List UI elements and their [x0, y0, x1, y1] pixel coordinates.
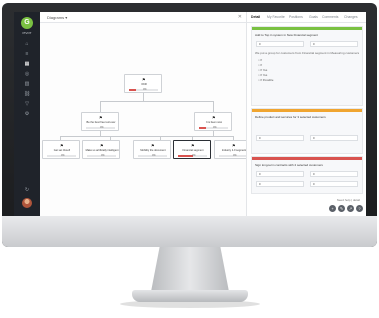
connector-line	[100, 101, 213, 102]
node-percent: 0%	[192, 154, 196, 157]
detail-panel: Detail My Favorite Positions Goals Comme…	[246, 12, 366, 216]
chart-icon[interactable]: ▥	[23, 82, 31, 87]
section-status-bar	[252, 157, 362, 160]
node-label: OKR	[141, 83, 147, 86]
key-result-section: Add to Top in system in New Financial se…	[251, 26, 363, 106]
connector-line	[213, 101, 214, 112]
target-icon[interactable]: ◎	[23, 72, 31, 77]
view-selector[interactable]: Diagrams ▾	[47, 15, 67, 20]
flag-icon: ⚑	[191, 143, 195, 148]
radio-label: If	[260, 63, 263, 67]
value-field[interactable]: 0	[310, 181, 358, 187]
filter-icon[interactable]: ▽	[23, 102, 31, 107]
diagram-node[interactable]: ⚑ Mobility the document 0%	[133, 140, 171, 159]
connector-line	[100, 101, 101, 112]
help-link[interactable]: Need help | detail	[337, 198, 360, 202]
sidebar: G PIVOT ⌂ ≡ ▦ ◎ ▥ ⛓ ▽ ⚙ ↻	[14, 12, 40, 216]
node-label: Make us artificially intelligent	[85, 149, 119, 152]
monitor-stand-base	[132, 290, 248, 302]
flag-icon: ⚑	[60, 143, 64, 148]
flag-icon: ⚑	[99, 115, 103, 120]
radio-option[interactable]: ○ If Yes	[258, 73, 267, 77]
section-title: Define product and services for 3 select…	[255, 115, 326, 119]
connector-line	[60, 136, 233, 137]
grid-icon[interactable]: ▦	[23, 62, 31, 67]
radio-option[interactable]: ○ If	[258, 58, 262, 62]
node-percent: 0%	[213, 126, 217, 129]
close-icon[interactable]: ✕	[238, 14, 242, 20]
add-icon[interactable]: +	[329, 205, 336, 212]
value-field[interactable]: 0	[310, 41, 358, 47]
value-field[interactable]: 0	[256, 181, 304, 187]
diagram-toolbar: Diagrams ▾ ✕	[40, 12, 246, 23]
diagram-area: Diagrams ▾ ✕ ⚑ OKR 0% ⚑ Be the best free…	[40, 12, 252, 216]
node-progress-fill	[178, 155, 193, 157]
avatar[interactable]	[22, 198, 32, 208]
link-icon[interactable]: ⛓	[23, 92, 31, 97]
node-label: Get set Cloud!	[53, 149, 71, 152]
settings-icon[interactable]: ⚙	[23, 112, 31, 117]
section-status-bar	[252, 109, 362, 112]
radio-label: If Yes	[260, 68, 268, 72]
radio-option[interactable]: ○ If Possible	[258, 78, 273, 82]
node-label: Mobility the document	[140, 149, 166, 152]
diagram-node[interactable]: ⚑ OKR 0%	[124, 74, 162, 93]
key-result-section: Sign long-term contracts with 2 selected…	[251, 156, 363, 194]
flag-icon: ⚑	[151, 143, 155, 148]
node-percent: 0%	[100, 126, 104, 129]
edit-icon[interactable]: ✎	[338, 205, 345, 212]
key-result-section: Define product and services for 3 select…	[251, 108, 363, 154]
help-icon[interactable]: ?	[356, 205, 363, 212]
diagram-node[interactable]: ⚑ Make us artificially intelligent 0%	[82, 140, 120, 159]
value-field[interactable]: 0	[310, 171, 358, 177]
section-subtitle: We put a group for customers from Financ…	[255, 51, 360, 55]
monitor-chin	[2, 216, 377, 247]
tab-goals[interactable]: Goals	[309, 15, 318, 19]
share-icon[interactable]: ↗	[347, 205, 354, 212]
diagram-node[interactable]: ⚑ It is been now 0%	[194, 112, 232, 131]
value-field[interactable]: 0	[256, 41, 304, 47]
node-label: Financial segment	[182, 149, 204, 152]
refresh-icon[interactable]: ↻	[23, 188, 31, 193]
tab-changes[interactable]: Changes	[344, 15, 358, 19]
section-status-bar	[252, 27, 362, 30]
app-screen: G PIVOT ⌂ ≡ ▦ ◎ ▥ ⛓ ▽ ⚙ ↻ Diagrams ▾ ✕ ⚑	[14, 12, 366, 216]
flag-icon: ⚑	[100, 143, 104, 148]
node-percent: 0%	[233, 154, 237, 157]
logo-label: PIVOT	[22, 31, 32, 35]
diagram-node-selected[interactable]: ⚑ Financial segment 0%	[173, 140, 211, 159]
tab-my-favorite[interactable]: My Favorite	[267, 15, 285, 19]
node-label: It is been now	[205, 121, 222, 124]
node-progress-fill	[199, 127, 207, 129]
radio-option[interactable]: ○ If Yes	[258, 68, 267, 72]
radio-label: If Yes	[260, 73, 268, 77]
flag-icon: ⚑	[142, 77, 146, 82]
section-title: Sign long-term contracts with 2 selected…	[255, 163, 323, 167]
radio-label: If Possible	[260, 78, 274, 82]
tab-detail[interactable]: Detail	[251, 15, 260, 19]
node-percent: 0%	[61, 154, 65, 157]
node-progress-fill	[129, 89, 137, 91]
value-field[interactable]: 0	[256, 135, 304, 141]
value-field[interactable]: 0	[256, 171, 304, 177]
node-label: Be the best free tool ever	[86, 121, 116, 124]
connector-line	[143, 93, 144, 101]
panel-tabs: Detail My Favorite Positions Goals Comme…	[247, 12, 366, 23]
node-percent: 0%	[101, 154, 105, 157]
value-field[interactable]: 0	[310, 135, 358, 141]
diagram-node[interactable]: ⚑ Get set Cloud! 0%	[42, 140, 80, 159]
node-percent: 0%	[152, 154, 156, 157]
flag-icon: ⚑	[212, 115, 216, 120]
radio-option[interactable]: ○ If	[258, 63, 262, 67]
tab-positions[interactable]: Positions	[289, 15, 303, 19]
radio-label: If	[260, 58, 263, 62]
section-title: Add to Top in system in New Financial se…	[255, 33, 318, 37]
flag-icon: ⚑	[232, 143, 236, 148]
tab-comments[interactable]: Comments	[322, 15, 338, 19]
diagram-node[interactable]: ⚑ Be the best free tool ever 0%	[81, 112, 119, 131]
node-percent: 0%	[143, 88, 147, 91]
logo-icon[interactable]: G	[21, 17, 33, 29]
home-icon[interactable]: ⌂	[23, 42, 31, 47]
list-icon[interactable]: ≡	[23, 52, 31, 57]
